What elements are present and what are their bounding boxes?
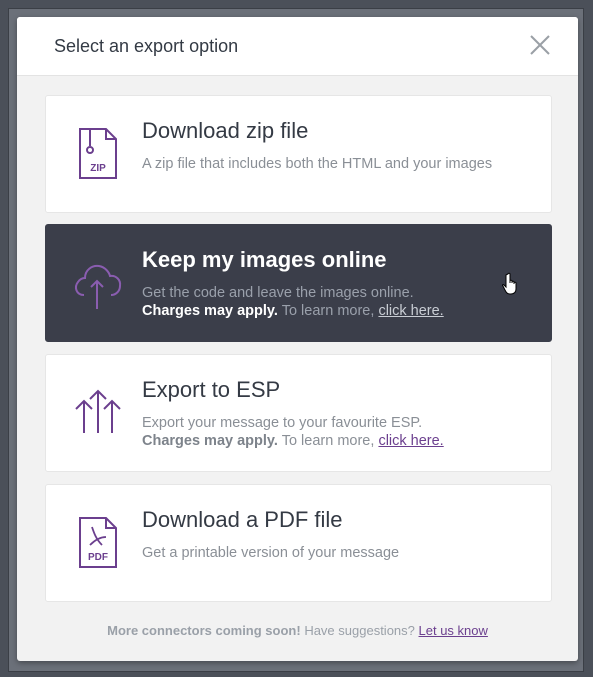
option-keep-images-online[interactable]: Keep my images online Get the code and l… — [45, 224, 552, 342]
option-description: Export your message to your favourite ES… — [142, 415, 444, 449]
option-download-pdf[interactable]: PDF Download a PDF file Get a printable … — [45, 484, 552, 602]
learn-more-link[interactable]: click here. — [378, 433, 443, 449]
footer-note: More connectors coming soon! Have sugges… — [107, 623, 488, 638]
modal-header: Select an export option — [17, 17, 578, 76]
option-title: Export to ESP — [142, 377, 281, 402]
charges-note: Charges may apply. — [142, 303, 278, 319]
option-description: Get the code and leave the images online… — [142, 285, 444, 319]
option-description: Get a printable version of your message — [142, 545, 400, 561]
charges-note: Charges may apply. — [142, 433, 278, 449]
export-modal: Select an export option ZIP Download zip… — [17, 17, 578, 661]
option-export-to-esp[interactable]: Export to ESP Export your message to you… — [45, 354, 552, 472]
option-title: Download a PDF file — [142, 507, 343, 532]
learn-more-link[interactable]: click here. — [378, 303, 443, 319]
modal-title: Select an export option — [54, 36, 239, 56]
close-icon — [530, 35, 550, 55]
let-us-know-link[interactable]: Let us know — [419, 623, 488, 638]
svg-text:ZIP: ZIP — [90, 163, 106, 174]
pdf-file-icon: PDF — [79, 517, 117, 568]
close-button[interactable] — [528, 33, 552, 57]
zip-file-icon: ZIP — [79, 128, 117, 179]
option-title: Download zip file — [142, 118, 309, 143]
export-arrows-icon — [75, 389, 121, 433]
option-description: A zip file that includes both the HTML a… — [142, 156, 493, 172]
option-title: Keep my images online — [142, 247, 387, 272]
hand-cursor-icon — [502, 272, 517, 295]
option-download-zip[interactable]: ZIP Download zip file A zip file that in… — [45, 95, 552, 213]
svg-text:PDF: PDF — [88, 552, 108, 563]
cloud-upload-icon — [75, 264, 122, 309]
